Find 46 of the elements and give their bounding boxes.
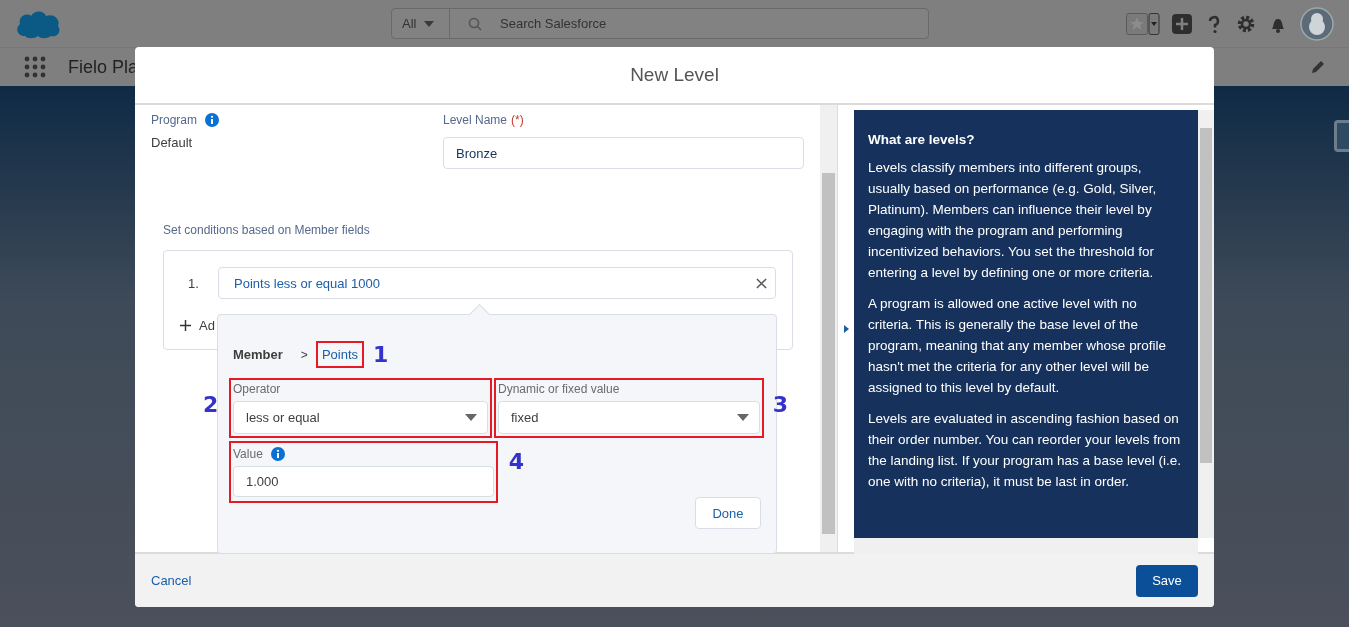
cancel-link[interactable]: Cancel (151, 573, 192, 588)
help-paragraph: A program is allowed one active level with no criteria. This is generally the base level of the program, meaning that any member whose profile hasn't met the criteria for any other level will be assigned to this level by default. (868, 295, 1167, 397)
info-icon[interactable] (270, 447, 285, 461)
search-icon (468, 16, 482, 31)
help-title: What are levels? (868, 132, 976, 147)
add-condition-link[interactable]: Ad (199, 318, 215, 333)
pencil-icon[interactable] (1311, 60, 1325, 74)
field-label: Operator (233, 382, 281, 396)
program-value: Default (151, 135, 194, 150)
breadcrumb-object: Member (233, 347, 283, 362)
required-mark: (*) (511, 113, 524, 127)
star-icon[interactable] (1126, 12, 1160, 35)
caret-icon (424, 20, 435, 27)
expand-arrow-icon[interactable] (843, 324, 849, 333)
callout-number: 4 (508, 449, 524, 474)
close-icon[interactable] (756, 277, 767, 289)
help-paragraph: Levels are evaluated in ascending fashion based on their order number. You can reorder your levels from the landing list. If your program has a base level (i.e. one with no criteria), it must be last in order. (868, 410, 1182, 491)
field-label: Dynamic or fixed value (498, 382, 620, 396)
caret-icon (737, 414, 749, 421)
breadcrumb-field-link[interactable]: Points (321, 347, 358, 362)
level-name-input[interactable]: Bronze (443, 137, 804, 169)
value-type-select[interactable]: fixed (498, 401, 760, 434)
callout-number: 2 (203, 392, 219, 417)
value-input[interactable]: 1.000 (233, 466, 494, 497)
settings-icon[interactable] (1236, 13, 1256, 34)
field-label: Level Name (443, 113, 508, 127)
condition-summary[interactable]: Points less or equal 1000 (234, 275, 380, 291)
field-label: Value (233, 447, 263, 461)
operator-select[interactable]: less or equal (233, 401, 488, 434)
save-button[interactable]: Save (1136, 564, 1198, 597)
info-icon[interactable] (205, 113, 219, 127)
done-button[interactable]: Done (695, 497, 761, 529)
help-paragraph: Levels classify members into different groups, usually based on performance (e.g. Gold, Silver, Platinum). Members can influence their level by engaging with the program and performing incentivized behaviors. You set the threshold for entering a level by defining one or more criteria. (868, 159, 1158, 282)
avatar-icon[interactable] (1300, 6, 1334, 41)
plus-icon[interactable] (180, 320, 191, 331)
side-tab-icon[interactable] (1334, 120, 1349, 152)
callout-number: 3 (772, 392, 788, 417)
modal-title: New Level (630, 64, 719, 86)
condition-pill[interactable]: Points less or equal 1000 (218, 267, 776, 299)
field-label: Program (151, 113, 197, 127)
callout-number: 1 (373, 342, 389, 367)
breadcrumb-separator: > (300, 347, 308, 362)
conditions-heading: Set conditions based on Member fields (163, 223, 371, 237)
app-launcher-icon[interactable] (24, 56, 46, 78)
caret-icon (465, 414, 477, 421)
condition-number: 1. (188, 275, 200, 291)
